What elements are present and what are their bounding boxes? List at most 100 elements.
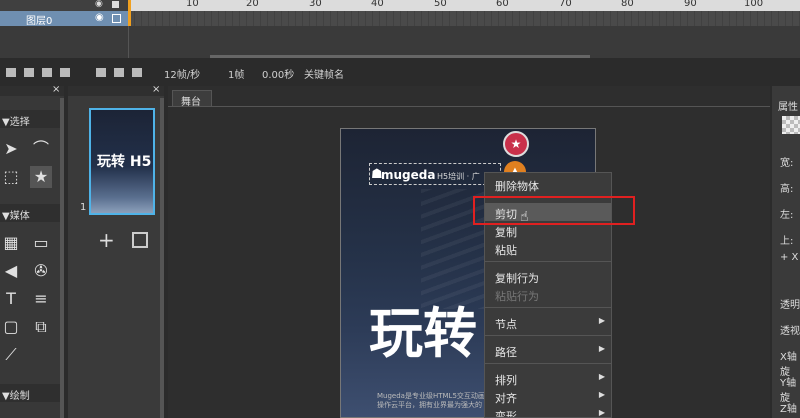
ruler-tick: 100 [744, 0, 764, 9]
delete-frame-icon[interactable] [132, 68, 142, 77]
ruler-tick: 40 [371, 0, 384, 9]
lock-icon[interactable] [112, 1, 119, 8]
tab-properties[interactable]: 属性 [778, 98, 798, 113]
menu-item-paste[interactable]: 粘贴 [485, 239, 611, 257]
audio-icon[interactable]: ◀ [0, 260, 22, 282]
frame-readout: 1帧 [228, 70, 245, 81]
new-layer-icon[interactable] [6, 68, 16, 77]
folder-icon[interactable] [24, 68, 34, 77]
video-icon[interactable]: ✇ [30, 260, 52, 282]
menu-label: 节点 [495, 318, 517, 331]
menu-separator [485, 307, 611, 308]
code-icon[interactable]: ⧉ [30, 316, 52, 338]
timeline-toolbar: 12帧/秒 1帧 0.00秒 关键帧名 [0, 62, 800, 84]
eye-icon[interactable]: ◉ [95, 12, 104, 23]
ruler-tick: 80 [621, 0, 634, 9]
top-label: 上: [780, 236, 794, 247]
highlight-annotation [473, 196, 635, 225]
menu-label: 变形 [495, 410, 517, 417]
eye-icon[interactable]: ◉ [95, 0, 103, 9]
chart-icon[interactable]: ⟋ [0, 344, 22, 366]
copy-layer-icon[interactable] [42, 68, 52, 77]
layer-name: 图层0 [26, 16, 53, 27]
close-icon[interactable]: × [152, 84, 160, 95]
menu-label: 删除物体 [495, 180, 539, 193]
menu-label: 对齐 [495, 392, 517, 405]
tools-panel: × ▼选择 ➤ ⌒ ⬚ ★ ▼媒体 ▦ ▭ ◀ ✇ T ≡ ▢ ⧉ ⟋ ▼绘制 [0, 84, 64, 418]
panel-header: × [68, 84, 164, 96]
star-tool-icon[interactable]: ★ [30, 166, 52, 188]
lock-icon[interactable] [112, 14, 121, 23]
menu-label: 排列 [495, 374, 517, 387]
grid-icon[interactable]: ▦ [0, 232, 22, 254]
tab-stage[interactable]: 舞台 [172, 90, 212, 108]
width-label: 宽: [780, 158, 794, 169]
section-media[interactable]: ▼媒体 [0, 204, 60, 222]
logo-text: mugeda [381, 168, 436, 182]
ruler-tick: 10 [186, 0, 199, 9]
ruler-tick: 60 [496, 0, 509, 9]
description-line: 操作云平台，拥有业界最为强大的 [377, 401, 482, 409]
keyframe-name-label[interactable]: 关键帧名 [304, 66, 344, 81]
slideshow-icon[interactable]: ▢ [0, 316, 22, 338]
menu-label: 粘贴行为 [495, 290, 539, 303]
ruler-tick: 50 [434, 0, 447, 9]
playhead-marker[interactable] [128, 0, 131, 26]
menu-label: 粘贴 [495, 244, 517, 257]
submenu-arrow-icon: ▶ [598, 372, 605, 381]
submenu-arrow-icon: ▶ [598, 344, 605, 353]
close-icon[interactable]: × [52, 84, 60, 95]
menu-label: 路径 [495, 346, 517, 359]
ruler-tick: 90 [684, 0, 697, 9]
menu-separator [485, 335, 611, 336]
insert-keyframe-icon[interactable] [114, 68, 124, 77]
timeline-ruler[interactable]: 10 20 30 40 50 60 70 80 90 100 [128, 0, 800, 11]
timeline-scrollbar[interactable] [210, 55, 590, 58]
scrollbar[interactable] [160, 98, 164, 418]
page-thumbnail[interactable]: 玩转 H5 [89, 108, 155, 215]
z-rotation-label: Z轴旋 [780, 404, 797, 415]
star-badge-icon[interactable]: ★ [503, 131, 529, 157]
properties-panel: 属性 宽: 高: 左: 上: + X 透明 透视 X轴旋 Y轴旋 Z轴旋 [772, 86, 800, 418]
ruler-tick: 20 [246, 0, 259, 9]
transform-icon[interactable]: ⬚ [0, 166, 22, 188]
section-select[interactable]: ▼选择 [0, 110, 60, 128]
image-icon[interactable]: ▭ [30, 232, 52, 254]
add-page-icon[interactable]: + [98, 228, 115, 252]
height-label: 高: [780, 184, 794, 195]
insert-frame-icon[interactable] [96, 68, 106, 77]
transparent-swatch[interactable] [782, 116, 800, 134]
divider [128, 26, 129, 58]
menu-label: 复制 [495, 226, 517, 239]
submenu-arrow-icon: ▶ [598, 408, 605, 417]
node-edit-icon[interactable]: ⌒ [30, 138, 52, 160]
left-label: 左: [780, 210, 794, 221]
menu-item-copy-behavior[interactable]: 复制行为 [485, 267, 611, 285]
layer-row[interactable]: 图层0 ◉ [0, 11, 128, 27]
time-readout: 0.00秒 [262, 70, 295, 81]
menu-separator [485, 261, 611, 262]
fps-readout[interactable]: 12帧/秒 [164, 66, 200, 81]
duplicate-page-icon[interactable] [132, 232, 148, 248]
menu-item-transform[interactable]: 变形 ▶ [485, 405, 611, 417]
menu-item-paste-behavior[interactable]: 粘贴行为 [485, 285, 611, 303]
pages-panel: × 玩转 H5 1 + [68, 84, 164, 418]
menu-item-arrange[interactable]: 排列 ▶ [485, 369, 611, 387]
opacity-label: 透明 [780, 300, 800, 311]
thumbnail-title: 玩转 H5 [97, 154, 152, 170]
timeline-frames[interactable] [128, 11, 800, 26]
ruler-tick: 70 [559, 0, 572, 9]
section-draw[interactable]: ▼绘制 [0, 384, 60, 402]
delete-layer-icon[interactable] [60, 68, 70, 77]
scrollbar[interactable] [60, 98, 64, 418]
select-arrow-icon[interactable]: ➤ [0, 138, 22, 160]
paragraph-icon[interactable]: ≡ [30, 288, 52, 310]
menu-item-node[interactable]: 节点 ▶ [485, 313, 611, 331]
text-icon[interactable]: T [0, 288, 22, 310]
timeline-panel: ◉ 10 20 30 40 50 60 70 80 90 100 图层0 ◉ [0, 0, 800, 58]
menu-item-align[interactable]: 对齐 ▶ [485, 387, 611, 405]
description-text[interactable]: Mugeda是专业级HTML5交互动画 操作云平台，拥有业界最为强大的 [377, 392, 485, 410]
menu-item-delete[interactable]: 删除物体 [485, 175, 611, 193]
submenu-arrow-icon: ▶ [598, 390, 605, 399]
menu-item-path[interactable]: 路径 ▶ [485, 341, 611, 359]
